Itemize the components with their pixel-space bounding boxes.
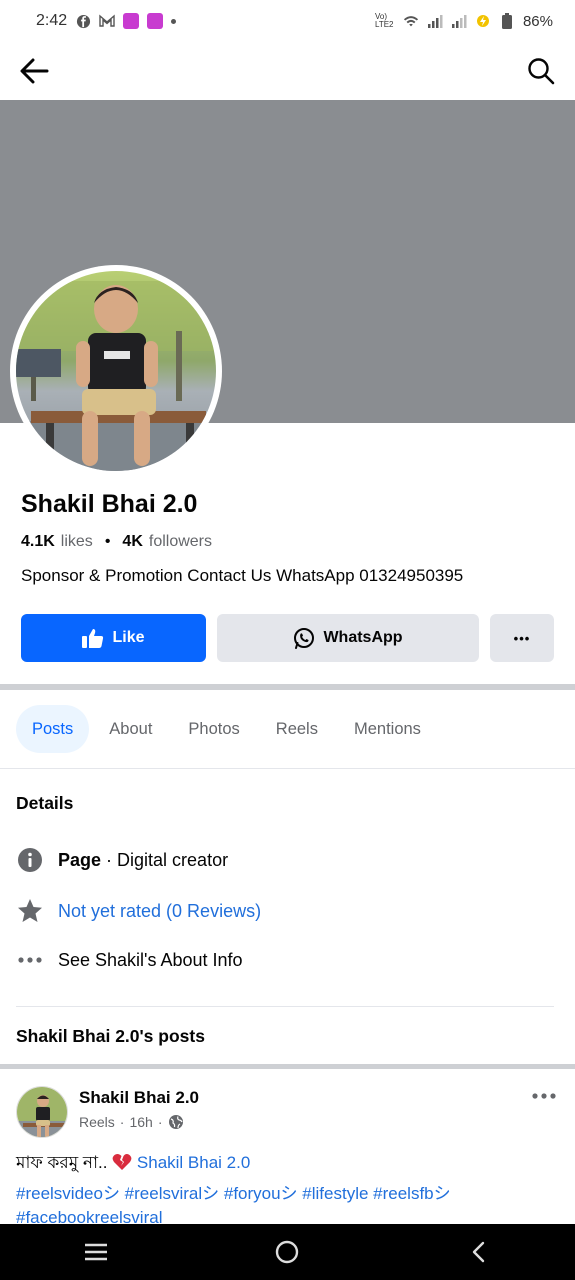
rating-link[interactable]: Not yet rated (0 Reviews) [58,901,261,922]
post-hashtags[interactable]: #reelsvideoシ #reelsviralシ #foryouシ #life… [16,1182,536,1230]
profile-picture-image [16,271,216,471]
tab-about[interactable]: About [93,705,168,753]
tabs-divider [0,768,575,769]
status-time: 2:42 [36,12,68,29]
likes-count: 4.1K [21,533,55,550]
post-more-options-icon[interactable] [527,1082,561,1110]
detail-rating[interactable]: Not yet rated (0 Reviews) [16,897,261,925]
broken-heart-icon [112,1153,132,1176]
search-icon[interactable] [523,53,559,89]
post-meta: Reels · 16h · [79,1114,184,1130]
like-button[interactable]: Like [21,614,206,662]
post-type: Reels [79,1114,115,1130]
network-type-label: Vo) LTE2 [374,12,394,29]
post-text-prefix: মাফ করমু না.. [16,1153,113,1172]
page-label: Page [58,849,102,870]
app-header [0,42,575,100]
signal-icon-1 [427,13,443,29]
post-text: মাফ করমু না.. Shakil Bhai 2.0 [16,1150,561,1178]
profile-picture[interactable] [10,265,222,477]
signal-icon-2 [451,13,467,29]
tab-mentions[interactable]: Mentions [338,705,437,753]
app-notification-icon-2 [147,13,164,29]
post-header: Shakil Bhai 2.0 Reels · 16h · [16,1086,561,1138]
gmail-notification-icon [99,13,115,29]
system-back-icon[interactable] [449,1232,509,1272]
thumbs-up-icon [82,628,104,648]
more-notifications-dot-icon [171,18,177,24]
system-nav-bar [0,1224,575,1280]
more-dots-icon: ••• [513,630,531,646]
more-options-button[interactable]: ••• [490,614,554,662]
followers-count: 4K [122,533,143,550]
action-buttons: Like WhatsApp ••• [21,614,554,662]
data-saver-icon [475,13,491,29]
likes-label: likes [60,533,93,550]
back-arrow-icon[interactable] [16,53,52,89]
status-bar: 2:42 Vo) LTE2 86% [0,0,575,42]
battery-icon [499,13,515,29]
battery-percent: 86% [522,12,553,30]
post-author-name[interactable]: Shakil Bhai 2.0 [79,1088,199,1108]
page-bio: Sponsor & Promotion Contact Us WhatsApp … [21,566,464,585]
page-type: · Digital creator [101,849,229,870]
info-icon [16,846,44,874]
star-icon [16,897,44,925]
stats-separator: • [104,533,111,550]
facebook-notification-icon [75,13,91,29]
detail-page-type: Page · Digital creator [16,846,228,874]
section-divider [0,684,575,690]
home-icon[interactable] [257,1232,317,1272]
recent-apps-icon[interactable] [66,1232,126,1272]
post-time: 16h [129,1114,153,1130]
page-name: Shakil Bhai 2.0 [21,490,198,518]
post-mention-link[interactable]: Shakil Bhai 2.0 [137,1153,250,1172]
tab-reels[interactable]: Reels [260,705,334,753]
page-stats: 4.1K likes • 4K followers [21,533,212,551]
whatsapp-button-label: WhatsApp [323,629,403,646]
posts-section-title: Shakil Bhai 2.0's posts [16,1026,205,1046]
app-notification-icon [123,13,140,29]
globe-icon [168,1114,184,1130]
like-button-label: Like [112,629,145,646]
about-info-link[interactable]: See Shakil's About Info [58,950,243,971]
profile-tabs: Posts About Photos Reels Mentions [16,704,437,754]
detail-about-info[interactable]: See Shakil's About Info [16,946,243,974]
followers-label: followers [148,533,213,550]
posts-divider [0,1064,575,1069]
more-dots-icon [16,946,44,974]
wifi-icon [403,13,419,29]
whatsapp-button[interactable]: WhatsApp [217,614,479,662]
tab-posts[interactable]: Posts [16,705,90,753]
details-title: Details [16,793,74,813]
whatsapp-icon [293,627,315,649]
details-divider [16,1006,554,1007]
tab-photos[interactable]: Photos [172,705,255,753]
post-author-avatar[interactable] [16,1086,68,1138]
